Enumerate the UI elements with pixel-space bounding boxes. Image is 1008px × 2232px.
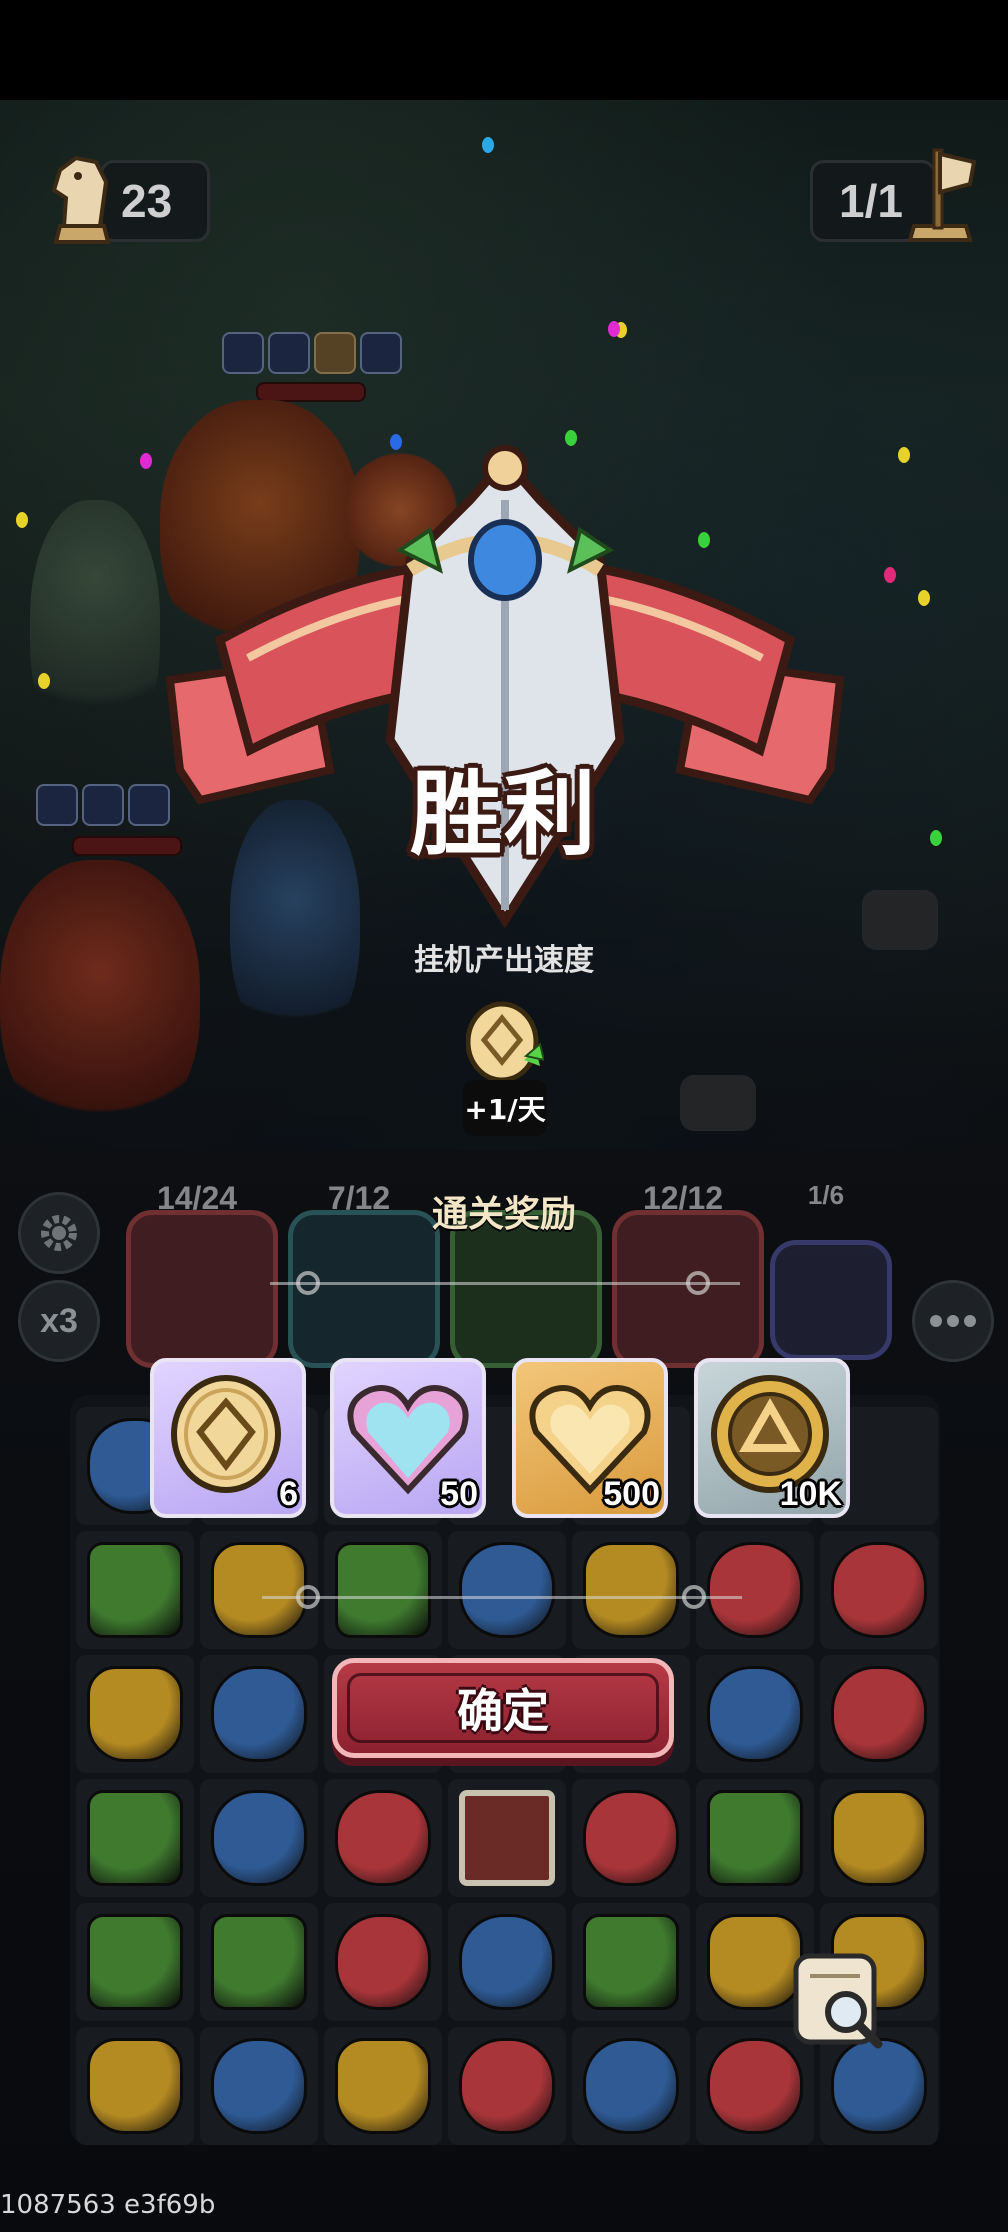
flag-icon	[907, 148, 977, 242]
reward-count: 6	[279, 1475, 298, 1513]
blue-gem[interactable]	[583, 2038, 679, 2134]
blue-gem[interactable]	[211, 2038, 307, 2134]
blue-gem[interactable]	[831, 2038, 927, 2134]
yellow-gem[interactable]	[87, 1666, 183, 1762]
reward-count: 50	[440, 1475, 478, 1513]
confetti	[918, 590, 930, 606]
green-gem[interactable]	[707, 1790, 803, 1886]
yellow-gem[interactable]	[211, 1542, 307, 1638]
troops-value: 23	[121, 175, 173, 227]
reward-count: 500	[603, 1475, 660, 1513]
green-gem[interactable]	[335, 1542, 431, 1638]
reward-card-gold-medal[interactable]: 10K	[694, 1358, 850, 1518]
confetti	[608, 321, 620, 337]
debug-build-text: 1087563 e3f69b	[0, 2190, 216, 2220]
idle-rate-value: +1/天	[464, 1093, 546, 1126]
green-gem[interactable]	[87, 1790, 183, 1886]
knight-chess-icon	[51, 155, 111, 244]
rune-coin-icon	[466, 1001, 544, 1083]
hero-slot-5[interactable]	[770, 1240, 892, 1360]
divider-dot	[686, 1271, 710, 1295]
red-gem[interactable]	[707, 2038, 803, 2134]
stage-value: 1/1	[839, 175, 903, 227]
divider-dot	[682, 1585, 706, 1609]
blue-gem[interactable]	[211, 1790, 307, 1886]
red-gem[interactable]	[335, 1790, 431, 1886]
status-bar	[0, 0, 1008, 100]
victory-title: 胜利	[409, 761, 598, 868]
reward-card-crystal-heart[interactable]: 50	[330, 1358, 486, 1518]
blue-gem[interactable]	[707, 1666, 803, 1762]
blue-gem[interactable]	[459, 1914, 555, 2010]
green-gem[interactable]	[87, 1914, 183, 2010]
confetti	[482, 137, 494, 153]
red-gem[interactable]	[335, 1914, 431, 2010]
game-screen: 23 1/1 胜利 挂机产出速度 +1/天 x3 14/24 7/12 12/1…	[0, 0, 1008, 2232]
divider-line	[270, 1282, 740, 1285]
divider-dot	[296, 1271, 320, 1295]
green-gem[interactable]	[583, 1914, 679, 2010]
green-gem[interactable]	[87, 1542, 183, 1638]
confetti	[140, 453, 152, 469]
red-gem[interactable]	[583, 1790, 679, 1886]
blue-gem[interactable]	[459, 1542, 555, 1638]
reward-card-gold-heart[interactable]: 500	[512, 1358, 668, 1518]
reward-card-rune-coin[interactable]: 6	[150, 1358, 306, 1518]
special-rune-tile[interactable]	[459, 1790, 555, 1886]
green-gem[interactable]	[211, 1914, 307, 2010]
red-gem[interactable]	[831, 1666, 927, 1762]
more-button[interactable]	[912, 1280, 994, 1362]
confirm-button[interactable]: 确定	[332, 1658, 674, 1758]
reward-count: 10K	[779, 1475, 842, 1513]
blue-gem[interactable]	[211, 1666, 307, 1762]
divider-dot	[296, 1585, 320, 1609]
red-gem[interactable]	[831, 1542, 927, 1638]
speed-label: x3	[40, 1301, 78, 1340]
confetti	[16, 512, 28, 528]
magnifier-button[interactable]	[790, 1950, 890, 2050]
yellow-gem[interactable]	[583, 1542, 679, 1638]
red-gem[interactable]	[707, 1542, 803, 1638]
confirm-label: 确定	[457, 1684, 549, 1738]
speed-button[interactable]: x3	[18, 1280, 100, 1362]
rewards-title: 通关奖励	[431, 1194, 576, 1235]
confetti	[898, 447, 910, 463]
more-dots-icon	[930, 1315, 976, 1327]
confetti	[38, 673, 50, 689]
divider-line	[262, 1596, 742, 1599]
yellow-gem[interactable]	[707, 1914, 803, 2010]
idle-rate-label: 挂机产出速度	[414, 943, 594, 978]
yellow-gem[interactable]	[831, 1790, 927, 1886]
confetti	[884, 567, 896, 583]
red-gem[interactable]	[459, 2038, 555, 2134]
yellow-gem[interactable]	[335, 2038, 431, 2134]
idle-rate-badge: +1/天	[463, 1080, 547, 1136]
yellow-gem[interactable]	[87, 2038, 183, 2134]
